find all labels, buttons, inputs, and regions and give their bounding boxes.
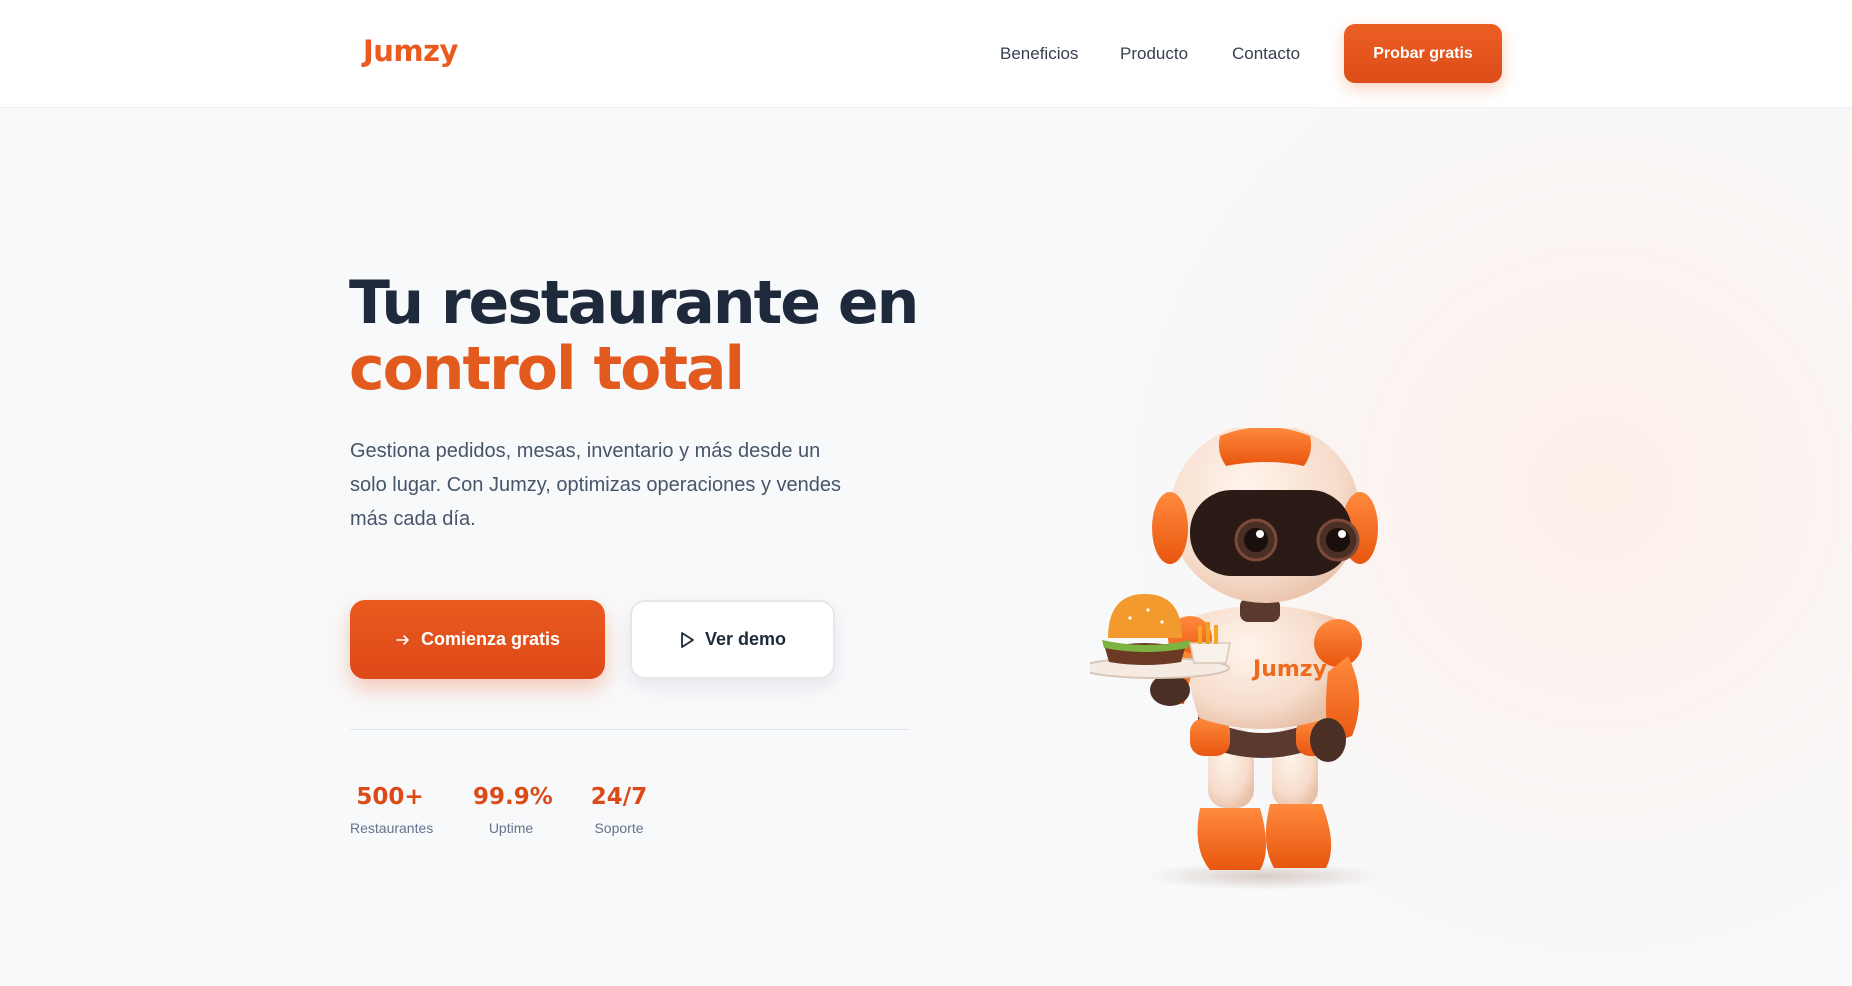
- stat-value: 24/7: [590, 784, 648, 810]
- stat-value: 99.9%: [473, 784, 553, 810]
- robot-chest-text: Jumzy: [1251, 657, 1327, 682]
- nav-link-contacto[interactable]: Contacto: [1232, 44, 1300, 64]
- brand-logo[interactable]: Jumzy: [363, 34, 458, 68]
- try-free-button[interactable]: Probar gratis: [1344, 24, 1502, 83]
- stat-label: Uptime: [488, 820, 534, 836]
- start-free-label: Comienza gratis: [420, 629, 561, 649]
- hero-title: Tu restaurante en control total: [349, 270, 1049, 402]
- arrow-right-icon: [396, 634, 409, 645]
- stat-uptime: 99.9% Uptime: [473, 784, 553, 836]
- hero-title-line2: control total: [349, 334, 745, 404]
- nav-link-producto[interactable]: Producto: [1120, 44, 1188, 64]
- start-free-button[interactable]: Comienza gratis: [350, 600, 605, 679]
- play-icon: [681, 631, 694, 648]
- stat-label: Restaurantes: [350, 820, 434, 836]
- hero-section: Tu restaurante en control total Gestiona…: [0, 108, 1852, 986]
- hero-title-line1: Tu restaurante en: [349, 268, 919, 338]
- stat-restaurants: 500+ Restaurantes: [350, 784, 434, 836]
- stat-support: 24/7 Soporte: [586, 784, 652, 836]
- stats-divider: [350, 729, 910, 730]
- view-demo-label: Ver demo: [704, 629, 787, 649]
- robot-mascot-illustration: Jumzy: [1090, 428, 1385, 890]
- hero-description: Gestiona pedidos, mesas, inventario y má…: [350, 440, 841, 530]
- stat-value: 500+: [356, 784, 424, 810]
- view-demo-button[interactable]: Ver demo: [630, 600, 835, 679]
- nav-link-beneficios[interactable]: Beneficios: [1000, 44, 1078, 64]
- site-header: Jumzy Beneficios Producto Contacto Proba…: [0, 0, 1852, 108]
- stat-label: Soporte: [594, 820, 644, 836]
